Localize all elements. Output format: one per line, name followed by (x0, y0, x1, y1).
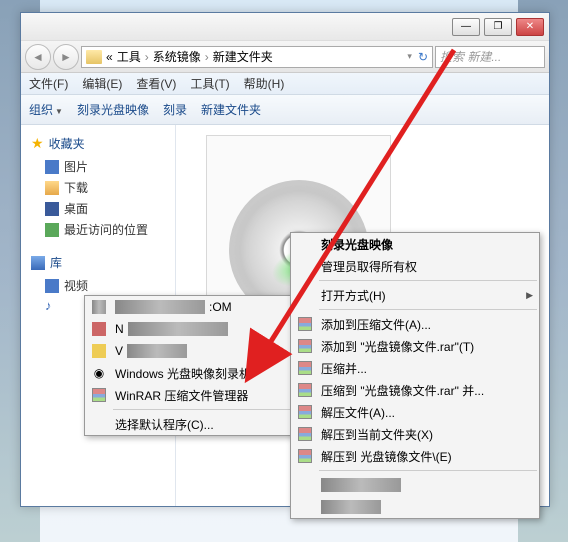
menu-separator (113, 409, 291, 410)
breadcrumb-sep: › (205, 50, 209, 64)
menu-view[interactable]: 查看(V) (136, 75, 176, 92)
winrar-icon (298, 449, 312, 463)
breadcrumb-sep: › (145, 50, 149, 64)
menu-file[interactable]: 文件(F) (29, 75, 68, 92)
sidebar-item-videos[interactable]: 视频 (31, 275, 169, 296)
submenu-choose-default[interactable]: 选择默认程序(C)... (85, 413, 293, 435)
submenu-item[interactable]: :OM (85, 296, 293, 318)
search-placeholder: 搜索 新建... (440, 48, 501, 65)
ctx-rar-extract-folder[interactable]: 解压到 光盘镜像文件\(E) (291, 445, 539, 467)
music-icon (45, 298, 52, 313)
submenu-item-winrar[interactable]: WinRAR 压缩文件管理器 (85, 384, 293, 406)
menu-tools[interactable]: 工具(T) (190, 75, 229, 92)
refresh-button[interactable]: ↻ (418, 50, 428, 64)
ctx-rar-add[interactable]: 添加到压缩文件(A)... (291, 313, 539, 335)
toolbar: 组织▼ 刻录光盘映像 刻录 新建文件夹 (21, 95, 549, 125)
winrar-icon (298, 405, 312, 419)
pictures-icon (45, 160, 59, 174)
nav-bar: ◄ ► « 工具 › 系统镜像 › 新建文件夹 ▾ ↻ 搜索 新建... (21, 41, 549, 73)
open-with-submenu: :OM N V ◉Windows 光盘映像刻录机 WinRAR 压缩文件管理器 … (84, 295, 294, 436)
breadcrumb-lvl1[interactable]: 工具 (117, 48, 141, 65)
minimize-button[interactable]: — (452, 18, 480, 36)
submenu-item-windows-burner[interactable]: ◉Windows 光盘映像刻录机 (85, 362, 293, 384)
ctx-blur-row[interactable] (291, 474, 539, 496)
ctx-burn-image[interactable]: 刻录光盘映像 (291, 233, 539, 255)
toolbar-new-folder[interactable]: 新建文件夹 (201, 101, 261, 118)
breadcrumb-dropdown[interactable]: ▾ (407, 51, 412, 62)
menu-edit[interactable]: 编辑(E) (82, 75, 122, 92)
context-menu: 刻录光盘映像 管理员取得所有权 打开方式(H)▶ 添加到压缩文件(A)... 添… (290, 232, 540, 519)
ctx-rar-add-named[interactable]: 添加到 "光盘镜像文件.rar"(T) (291, 335, 539, 357)
winrar-icon (90, 386, 108, 404)
maximize-button[interactable]: ❐ (484, 18, 512, 36)
sidebar-favorites[interactable]: ★收藏夹 (31, 135, 169, 152)
winrar-icon (298, 361, 312, 375)
toolbar-burn-image[interactable]: 刻录光盘映像 (77, 101, 149, 118)
breadcrumb-prefix: « (106, 50, 113, 64)
breadcrumb-lvl2[interactable]: 系统镜像 (153, 48, 201, 65)
desktop-icon (45, 202, 59, 216)
ctx-rar-compress-named[interactable]: 压缩到 "光盘镜像文件.rar" 并... (291, 379, 539, 401)
menu-separator (319, 470, 537, 471)
disc-icon: ◉ (90, 364, 108, 382)
chevron-right-icon: ▶ (526, 290, 533, 301)
submenu-item[interactable]: V (85, 340, 293, 362)
toolbar-burn[interactable]: 刻录 (163, 101, 187, 118)
sidebar-item-downloads[interactable]: 下载 (31, 177, 169, 198)
folder-icon (86, 50, 102, 64)
ctx-blur-row[interactable] (291, 496, 539, 518)
ctx-admin-own[interactable]: 管理员取得所有权 (291, 255, 539, 277)
sidebar-item-pictures[interactable]: 图片 (31, 156, 169, 177)
menu-help[interactable]: 帮助(H) (244, 75, 285, 92)
winrar-icon (298, 383, 312, 397)
star-icon: ★ (31, 135, 44, 152)
menu-separator (319, 280, 537, 281)
ctx-rar-extract[interactable]: 解压文件(A)... (291, 401, 539, 423)
sidebar-item-recent[interactable]: 最近访问的位置 (31, 219, 169, 240)
menu-separator (319, 309, 537, 310)
winrar-icon (298, 339, 312, 353)
sidebar-item-desktop[interactable]: 桌面 (31, 198, 169, 219)
menu-bar: 文件(F) 编辑(E) 查看(V) 工具(T) 帮助(H) (21, 73, 549, 95)
forward-button[interactable]: ► (53, 44, 79, 70)
search-input[interactable]: 搜索 新建... (435, 46, 545, 68)
winrar-icon (298, 317, 312, 331)
breadcrumb-lvl3[interactable]: 新建文件夹 (213, 48, 273, 65)
library-icon (31, 256, 45, 270)
back-button[interactable]: ◄ (25, 44, 51, 70)
address-bar[interactable]: « 工具 › 系统镜像 › 新建文件夹 ▾ ↻ (81, 46, 433, 68)
submenu-item[interactable]: N (85, 318, 293, 340)
ctx-rar-compress[interactable]: 压缩并... (291, 357, 539, 379)
ctx-rar-extract-here[interactable]: 解压到当前文件夹(X) (291, 423, 539, 445)
close-button[interactable]: ✕ (516, 18, 544, 36)
winrar-icon (298, 427, 312, 441)
titlebar: — ❐ ✕ (21, 13, 549, 41)
downloads-icon (45, 181, 59, 195)
recent-icon (45, 223, 59, 237)
toolbar-organize[interactable]: 组织▼ (29, 101, 63, 118)
ctx-open-with[interactable]: 打开方式(H)▶ (291, 284, 539, 306)
videos-icon (45, 279, 59, 293)
sidebar-libraries[interactable]: 库 (31, 254, 169, 271)
